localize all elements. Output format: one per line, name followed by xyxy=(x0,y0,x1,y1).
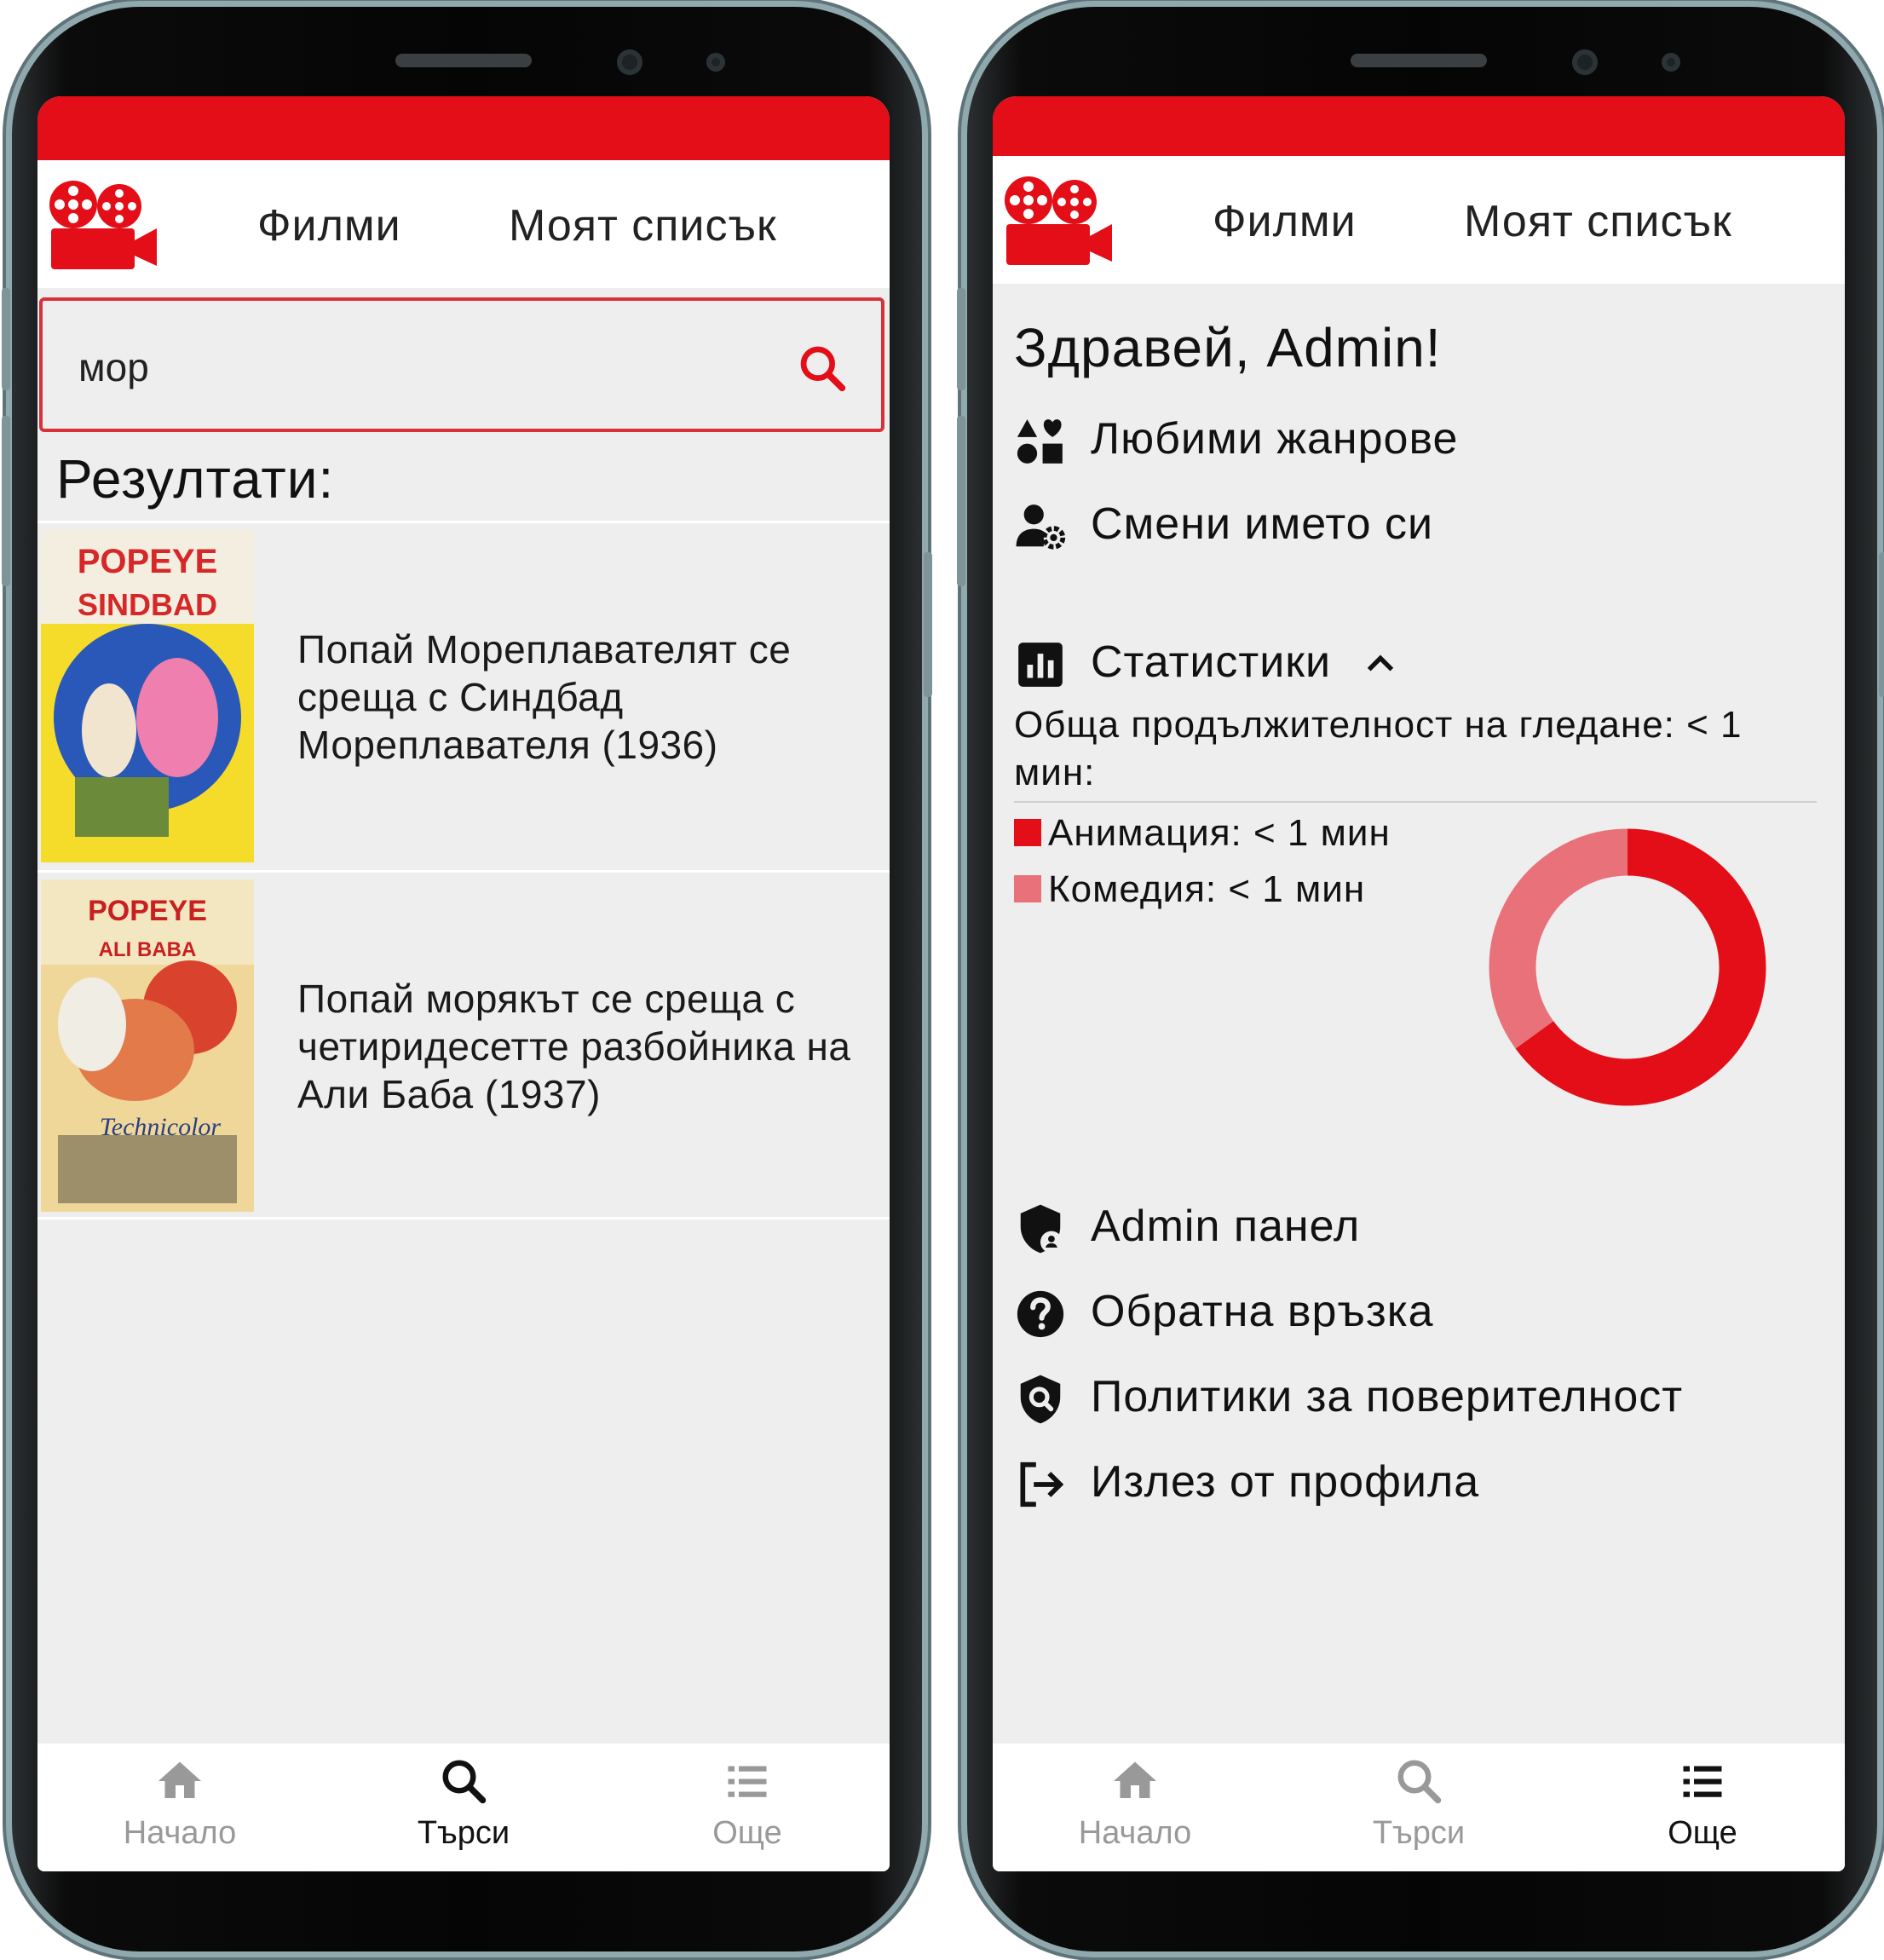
statistics-label: Статистики xyxy=(1091,637,1332,687)
bottom-nav-home[interactable]: Начало xyxy=(1033,1755,1237,1852)
svg-text:POPEYE: POPEYE xyxy=(78,543,218,580)
bottom-nav-more[interactable]: Още xyxy=(645,1755,850,1852)
logout-icon xyxy=(1020,1461,1064,1507)
svg-text:SINDBAD: SINDBAD xyxy=(78,587,217,622)
power-button xyxy=(1879,552,1884,697)
home-icon xyxy=(158,1761,201,1798)
poster-popeye-sindbad[interactable]: POPEYE SINDBAD xyxy=(41,530,254,862)
statistics-total: Обща продължителност на гледане: < 1 мин… xyxy=(1014,704,1743,793)
bottom-nav-more-label: Още xyxy=(1668,1815,1737,1851)
svg-text:POPEYE: POPEYE xyxy=(88,895,207,927)
top-navigation: Филми Моят списък xyxy=(993,156,1845,284)
results-heading: Резултати: xyxy=(56,448,335,510)
bottom-nav-search-label: Търси xyxy=(1372,1815,1466,1851)
list-divider xyxy=(37,1217,890,1219)
genre-donut-chart xyxy=(1489,828,1766,1106)
menu-label: Любими жанрове xyxy=(1091,414,1459,464)
bottom-nav-search[interactable]: Търси xyxy=(361,1755,566,1852)
movie-camera-logo-icon[interactable] xyxy=(44,177,159,271)
volume-button xyxy=(2,416,10,586)
earpiece-speaker xyxy=(1351,54,1487,67)
list-icon xyxy=(1683,1766,1722,1797)
screen-more: Филми Моят списък Здравей, Admin! Любими… xyxy=(993,96,1845,1871)
result-title[interactable]: Попай морякът се среща с четиридесетте р… xyxy=(297,975,877,1118)
poster-popeye-ali-baba[interactable]: POPEYE ALI BABA Technicolor xyxy=(41,879,254,1212)
power-button xyxy=(924,552,932,697)
menu-label: Излез от профила xyxy=(1091,1457,1480,1507)
bottom-navigation: Начало Търси Още xyxy=(37,1744,890,1871)
nav-my-list-link[interactable]: Моят списък xyxy=(1464,196,1732,247)
top-navigation: Филми Моят списък xyxy=(37,160,890,288)
bar-chart-icon xyxy=(1018,643,1063,687)
donut-slice-comedy xyxy=(1489,828,1628,1049)
legend-swatch xyxy=(1014,875,1041,902)
phone-frame-left: Филми Моят списък Резултати: POPEYE xyxy=(2,7,932,1951)
bottom-nav-more-label: Още xyxy=(712,1815,782,1851)
list-icon xyxy=(728,1766,767,1797)
greeting-heading: Здравей, Admin! xyxy=(1014,317,1442,378)
svg-text:ALI BABA: ALI BABA xyxy=(99,938,197,961)
legend-swatch xyxy=(1014,819,1041,846)
bottom-nav-more[interactable]: Още xyxy=(1600,1755,1805,1852)
search-icon[interactable] xyxy=(796,342,849,395)
menu-label: Политики за поверителност xyxy=(1091,1372,1684,1421)
nav-films-link[interactable]: Филми xyxy=(257,200,401,251)
volume-button xyxy=(2,288,10,390)
result-item[interactable]: POPEYE ALI BABA Technicolor Попай морякъ… xyxy=(37,870,890,1213)
result-item[interactable]: POPEYE SINDBAD Попай Мореплавателят се с… xyxy=(37,521,890,864)
status-bar xyxy=(37,96,890,160)
search-input[interactable] xyxy=(77,337,779,398)
svg-text:Technicolor: Technicolor xyxy=(100,1113,222,1141)
search-box xyxy=(39,297,884,432)
sensor xyxy=(1662,53,1680,72)
nav-my-list-link[interactable]: Моят списък xyxy=(509,200,777,251)
volume-button xyxy=(957,416,965,586)
privacy-shield-icon xyxy=(1020,1375,1061,1424)
front-camera xyxy=(1572,49,1598,75)
menu-label: Обратна връзка xyxy=(1091,1287,1434,1336)
legend-label: Анимация: < 1 мин xyxy=(1048,812,1391,854)
bottom-nav-home[interactable]: Начало xyxy=(78,1755,282,1852)
poster-image: POPEYE ALI BABA Technicolor xyxy=(41,879,254,1212)
legend-label: Комедия: < 1 мин xyxy=(1048,868,1366,910)
earpiece-speaker xyxy=(395,54,532,67)
phone-frame-right: Филми Моят списък Здравей, Admin! Любими… xyxy=(957,7,1884,1951)
bottom-nav-home-label: Начало xyxy=(1078,1815,1192,1851)
admin-shield-icon xyxy=(1020,1204,1063,1254)
bottom-navigation: Начало Търси Още xyxy=(993,1744,1845,1871)
front-camera xyxy=(617,49,642,75)
question-icon xyxy=(1017,1290,1064,1338)
bottom-nav-search[interactable]: Търси xyxy=(1316,1755,1521,1852)
bottom-nav-search-label: Търси xyxy=(417,1815,510,1851)
chevron-up-icon xyxy=(1367,654,1394,672)
menu-label: Смени името си xyxy=(1091,499,1434,549)
home-icon xyxy=(1114,1761,1156,1798)
shapes-heart-icon xyxy=(1017,419,1063,464)
search-icon xyxy=(1397,1760,1442,1804)
poster-image: POPEYE SINDBAD xyxy=(41,530,254,862)
screen-search: Филми Моят списък Резултати: POPEYE xyxy=(37,96,890,1871)
search-icon xyxy=(442,1760,487,1804)
statistics-divider xyxy=(1014,801,1817,803)
result-title[interactable]: Попай Мореплавателят се среща с Синдбад … xyxy=(297,625,877,769)
movie-camera-logo-icon[interactable] xyxy=(1000,173,1115,267)
volume-button xyxy=(957,288,965,390)
user-gear-icon xyxy=(1016,504,1066,550)
bottom-nav-home-label: Начало xyxy=(123,1815,237,1851)
menu-label: Admin панел xyxy=(1091,1202,1361,1251)
sensor xyxy=(706,53,725,72)
status-bar xyxy=(993,96,1845,156)
nav-films-link[interactable]: Филми xyxy=(1213,196,1357,247)
